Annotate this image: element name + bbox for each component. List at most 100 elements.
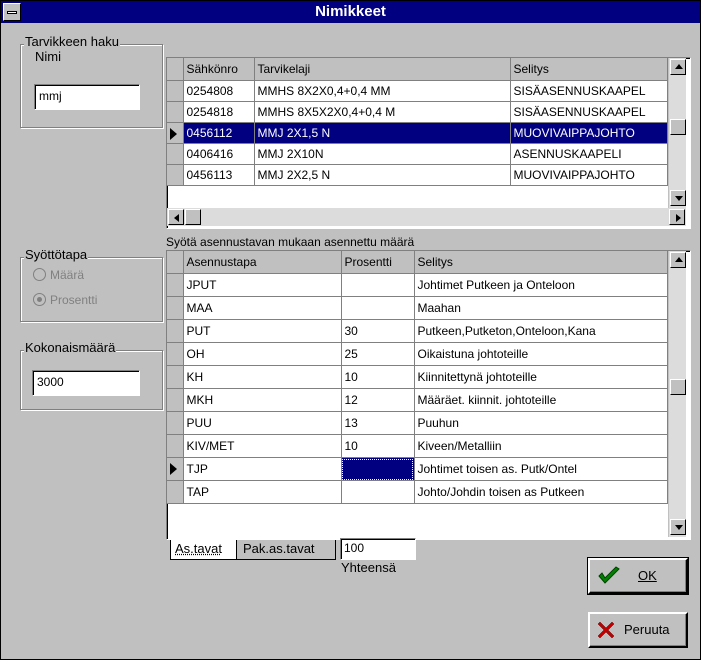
table-row[interactable]: TAP Johto/Johdin toisen as Putkeen bbox=[167, 480, 668, 504]
table-cell[interactable]: 0254808 bbox=[183, 80, 255, 102]
table-cell[interactable]: Määräet. kiinnit. johtoteille bbox=[414, 388, 668, 412]
ok-button[interactable]: OK bbox=[587, 557, 689, 595]
row-indicator[interactable] bbox=[167, 365, 184, 389]
product-grid[interactable]: Sähkönro Tarvikelaji Selitys 0254808 MMHS… bbox=[166, 57, 691, 229]
scroll-left-button[interactable] bbox=[168, 209, 184, 225]
row-indicator[interactable] bbox=[167, 296, 184, 320]
scroll-down-button[interactable] bbox=[670, 519, 686, 535]
table-cell[interactable]: OH bbox=[183, 342, 342, 366]
total-amount-input[interactable]: 3000 bbox=[32, 370, 140, 396]
table-cell[interactable]: JPUT bbox=[183, 273, 342, 297]
table-cell[interactable]: Puuhun bbox=[414, 411, 668, 435]
table-cell[interactable]: TJP bbox=[183, 457, 342, 481]
column-header-selitys[interactable]: Selitys bbox=[510, 58, 668, 81]
table-cell[interactable]: 10 bbox=[341, 365, 415, 389]
table-cell[interactable]: Kiinnitettynä johtoteille bbox=[414, 365, 668, 389]
table-cell[interactable] bbox=[341, 457, 415, 481]
table-cell[interactable]: Maahan bbox=[414, 296, 668, 320]
product-horizontal-scrollbar[interactable] bbox=[167, 208, 686, 226]
table-cell[interactable]: Putkeen,Putketon,Onteloon,Kana bbox=[414, 319, 668, 343]
row-indicator[interactable] bbox=[167, 480, 184, 504]
table-cell[interactable]: 0456113 bbox=[183, 164, 255, 186]
table-row[interactable]: MAA Maahan bbox=[167, 296, 668, 320]
row-indicator[interactable] bbox=[167, 143, 184, 165]
scroll-down-button[interactable] bbox=[670, 190, 686, 206]
row-indicator[interactable] bbox=[167, 101, 184, 123]
installation-grid[interactable]: Asennustapa Prosentti Selitys JPUT Johtim… bbox=[166, 250, 691, 540]
table-cell[interactable]: 25 bbox=[341, 342, 415, 366]
table-cell[interactable]: Johtimet toisen as. Putk/Ontel bbox=[414, 457, 668, 481]
table-row[interactable]: OH 25 Oikaistuna johtoteille bbox=[167, 342, 668, 366]
table-row[interactable]: KH 10 Kiinnitettynä johtoteille bbox=[167, 365, 668, 389]
title-bar[interactable]: Nimikkeet bbox=[1, 1, 700, 23]
horizontal-scroll-thumb[interactable] bbox=[185, 209, 201, 225]
table-cell[interactable]: MMJ 2X10N bbox=[254, 143, 511, 165]
table-cell[interactable]: SISÄASENNUSKAAPEL bbox=[510, 101, 668, 123]
product-vertical-scrollbar[interactable] bbox=[668, 58, 686, 208]
table-cell[interactable] bbox=[341, 273, 415, 297]
table-cell[interactable]: KIV/MET bbox=[183, 434, 342, 458]
table-cell[interactable]: 13 bbox=[341, 411, 415, 435]
table-cell[interactable]: TAP bbox=[183, 480, 342, 504]
column-header-tarvikelaji[interactable]: Tarvikelaji bbox=[254, 58, 511, 81]
row-indicator[interactable] bbox=[167, 80, 184, 102]
row-indicator[interactable] bbox=[167, 273, 184, 297]
scroll-thumb[interactable] bbox=[670, 379, 686, 395]
row-indicator[interactable] bbox=[167, 457, 184, 481]
table-cell[interactable]: 0254818 bbox=[183, 101, 255, 123]
table-cell[interactable]: PUU bbox=[183, 411, 342, 435]
table-cell[interactable] bbox=[341, 480, 415, 504]
name-search-input[interactable]: mmj bbox=[34, 84, 140, 110]
table-cell[interactable]: 0406416 bbox=[183, 143, 255, 165]
row-indicator[interactable] bbox=[167, 319, 184, 343]
table-row[interactable]: KIV/MET 10 Kiveen/Metalliin bbox=[167, 434, 668, 458]
scroll-up-button[interactable] bbox=[670, 252, 686, 268]
table-cell[interactable]: MUOVIVAIPPAJOHTO bbox=[510, 122, 668, 144]
cancel-button[interactable]: Peruuta bbox=[588, 612, 688, 648]
column-header-selitys[interactable]: Selitys bbox=[414, 251, 668, 274]
table-cell[interactable]: Kiveen/Metalliin bbox=[414, 434, 668, 458]
scroll-thumb[interactable] bbox=[670, 119, 686, 135]
tab-pak-as-tavat[interactable]: Pak.as.tavat bbox=[236, 540, 336, 560]
table-cell[interactable]: Johtimet Putkeen ja Onteloon bbox=[414, 273, 668, 297]
row-indicator[interactable] bbox=[167, 122, 184, 144]
table-row[interactable]: TJP Johtimet toisen as. Putk/Ontel bbox=[167, 457, 668, 481]
table-cell[interactable]: MAA bbox=[183, 296, 342, 320]
table-cell[interactable]: MKH bbox=[183, 388, 342, 412]
system-menu-button[interactable] bbox=[3, 3, 21, 21]
table-cell[interactable] bbox=[341, 296, 415, 320]
row-indicator[interactable] bbox=[167, 164, 184, 186]
table-row[interactable]: MKH 12 Määräet. kiinnit. johtoteille bbox=[167, 388, 668, 412]
column-header-sahkonro[interactable]: Sähkönro bbox=[183, 58, 255, 81]
table-row[interactable]: 0254808 MMHS 8X2X0,4+0,4 MM SISÄASENNUSKAA… bbox=[167, 80, 668, 102]
table-row[interactable]: 0456112 MMJ 2X1,5 N MUOVIVAIPPAJOHTO bbox=[167, 122, 668, 144]
row-indicator[interactable] bbox=[167, 342, 184, 366]
row-indicator[interactable] bbox=[167, 388, 184, 412]
table-cell[interactable]: 30 bbox=[341, 319, 415, 343]
table-cell[interactable]: ASENNUSKAAPELI bbox=[510, 143, 668, 165]
scroll-up-button[interactable] bbox=[670, 59, 686, 75]
column-header-asennustapa[interactable]: Asennustapa bbox=[183, 251, 342, 274]
table-cell[interactable]: PUT bbox=[183, 319, 342, 343]
table-row[interactable]: JPUT Johtimet Putkeen ja Onteloon bbox=[167, 273, 668, 297]
table-cell[interactable]: 0456112 bbox=[183, 122, 255, 144]
table-row[interactable]: PUU 13 Puuhun bbox=[167, 411, 668, 435]
table-cell[interactable]: Oikaistuna johtoteille bbox=[414, 342, 668, 366]
table-cell[interactable]: MMJ 2X1,5 N bbox=[254, 122, 511, 144]
tab-as-tavat[interactable]: As.tavat bbox=[170, 540, 236, 560]
column-header-prosentti[interactable]: Prosentti bbox=[341, 251, 415, 274]
table-cell[interactable]: MMHS 8X2X0,4+0,4 MM bbox=[254, 80, 511, 102]
table-cell[interactable]: MMHS 8X5X2X0,4+0,4 M bbox=[254, 101, 511, 123]
row-indicator[interactable] bbox=[167, 434, 184, 458]
table-cell[interactable]: 10 bbox=[341, 434, 415, 458]
scroll-right-button[interactable] bbox=[669, 209, 685, 225]
table-cell[interactable]: Johto/Johdin toisen as Putkeen bbox=[414, 480, 668, 504]
table-row[interactable]: 0254818 MMHS 8X5X2X0,4+0,4 M SISÄASENNUSKA… bbox=[167, 101, 668, 123]
table-cell[interactable]: KH bbox=[183, 365, 342, 389]
installation-vertical-scrollbar[interactable] bbox=[668, 251, 686, 537]
table-cell[interactable]: MMJ 2X2,5 N bbox=[254, 164, 511, 186]
table-cell[interactable]: MUOVIVAIPPAJOHTO bbox=[510, 164, 668, 186]
table-cell[interactable]: SISÄASENNUSKAAPEL bbox=[510, 80, 668, 102]
table-row[interactable]: 0406416 MMJ 2X10N ASENNUSKAAPELI bbox=[167, 143, 668, 165]
radio-prosentti[interactable]: Prosentti bbox=[33, 293, 97, 307]
